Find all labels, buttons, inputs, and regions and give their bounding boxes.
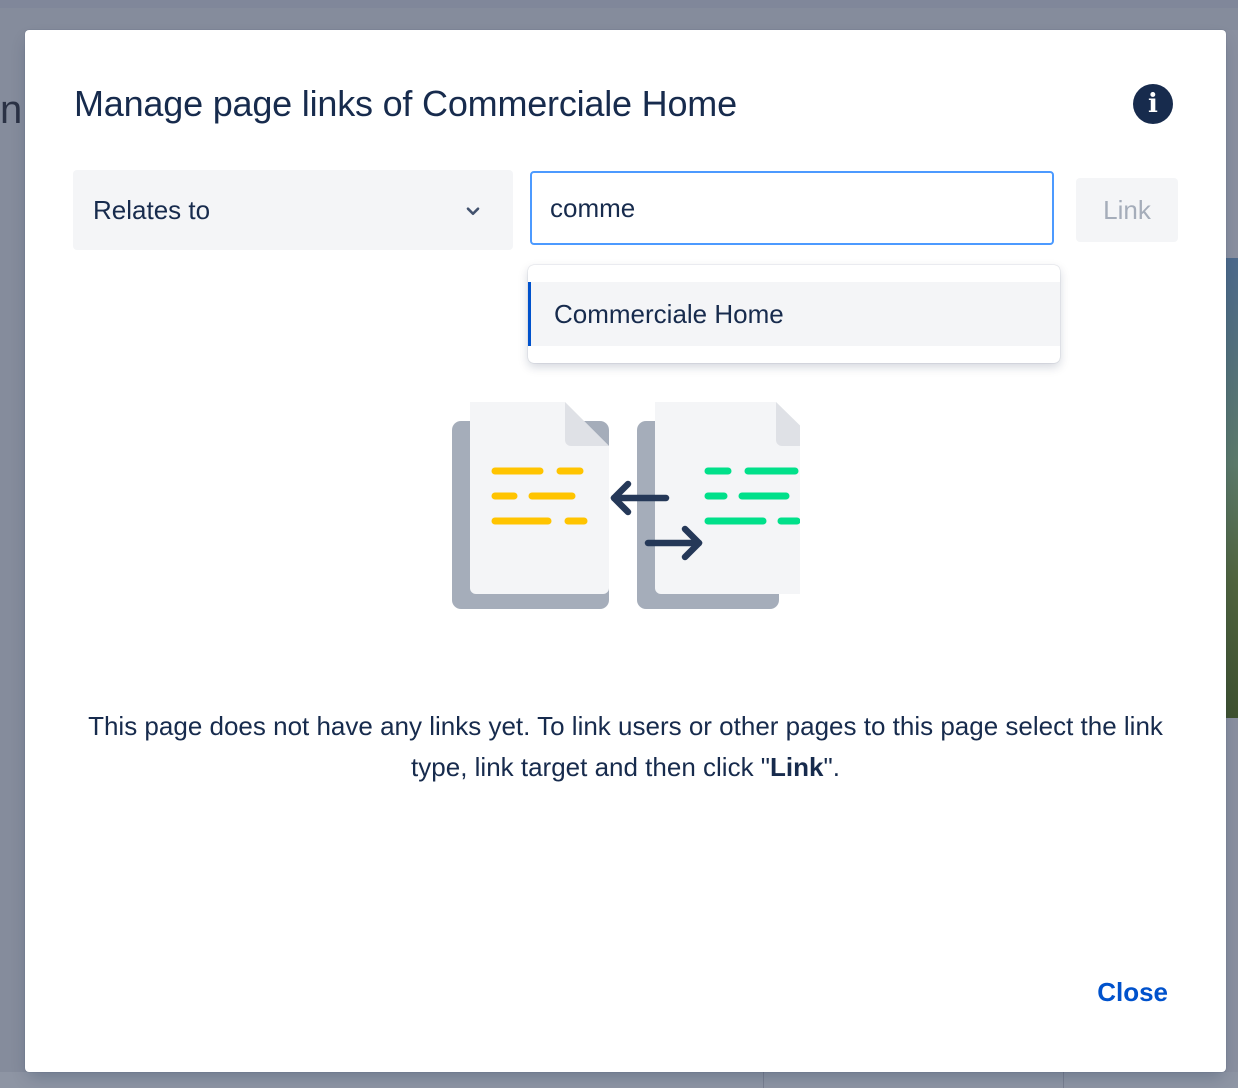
link-target-input[interactable] (530, 171, 1054, 245)
close-button[interactable]: Close (1068, 970, 1168, 1014)
suggestion-item[interactable]: Commerciale Home (528, 282, 1060, 346)
background-divider (1063, 1072, 1064, 1088)
background-divider (763, 1072, 764, 1088)
chevron-down-icon (466, 207, 480, 216)
right-document-fold (776, 402, 800, 446)
dialog-title: Manage page links of Commerciale Home (74, 83, 737, 124)
link-type-select[interactable]: Relates to (73, 170, 513, 250)
background-title-fragment: n (0, 90, 23, 130)
empty-state-text: This page does not have any links yet. T… (88, 711, 1163, 782)
link-target-suggestions: Commerciale Home (528, 265, 1060, 363)
manage-page-links-dialog: Manage page links of Commerciale Home i … (25, 30, 1226, 1072)
link-type-value: Relates to (93, 195, 211, 225)
info-icon[interactable]: i (1133, 84, 1173, 124)
empty-state-text-end: ". (823, 752, 840, 782)
empty-state-message: This page does not have any links yet. T… (85, 706, 1166, 788)
linked-pages-illustration (452, 402, 800, 609)
background-image-fragment (1226, 258, 1238, 718)
info-glyph: i (1148, 89, 1158, 119)
empty-state-link-emphasis: Link (770, 752, 824, 782)
background-bottom-strip (0, 1072, 1238, 1088)
suggestion-label: Commerciale Home (554, 299, 784, 329)
link-button[interactable]: Link (1076, 178, 1178, 242)
